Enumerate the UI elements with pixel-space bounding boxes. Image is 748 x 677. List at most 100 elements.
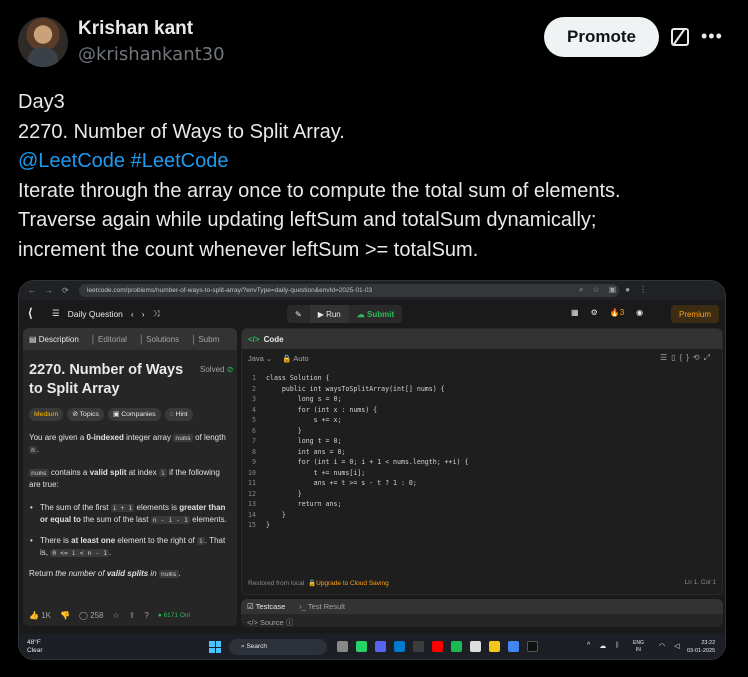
grok-icon[interactable] <box>671 28 689 46</box>
chip-label: Companies <box>121 411 156 418</box>
settings-icon: ⚙ <box>590 308 598 317</box>
system-tray: ^ ☁ ᛒ <box>587 642 620 650</box>
vscode-icon <box>394 641 405 652</box>
forward-icon: → <box>45 286 53 295</box>
code-text: } <box>266 489 302 498</box>
code-line: 3 long s = 0; <box>242 394 722 405</box>
line-number: 6 <box>252 426 256 435</box>
address-bar: leetcode.com/problems/number-of-ways-to-… <box>79 284 619 297</box>
code-line: 1 class Solution { <box>242 373 722 384</box>
tweet-line: @LeetCode #LeetCode <box>18 147 738 177</box>
description-panel: ▤ Description │ Editorial │ Solutions │ … <box>23 328 237 626</box>
hashtag-link[interactable]: #LeetCode <box>131 150 229 172</box>
description-tabs: ▤ Description │ Editorial │ Solutions │ … <box>23 328 237 350</box>
line-number: 1 <box>252 374 256 382</box>
code-text: for (int x : nums) { <box>266 405 378 414</box>
hint-chip: ◌ Hint <box>164 408 193 421</box>
auto-toggle: 🔒 Auto <box>282 354 309 363</box>
premium-button: Premium <box>671 305 719 323</box>
desc-paragraph: Return the number of valid splits in num… <box>29 569 181 578</box>
comment-button: ◯ 258 <box>78 610 104 620</box>
search-icon: ⌕ <box>579 285 584 294</box>
tab-editorial: │ Editorial <box>90 334 127 344</box>
chip-label: Topics <box>79 411 99 418</box>
problem-title: 2270. Number of Ways to Split Array <box>29 362 184 397</box>
shuffle-icon: ⤨ <box>152 308 160 318</box>
chevron-up-icon: ^ <box>587 642 591 649</box>
star-icon: ☆ <box>112 610 120 620</box>
tweet-line: increment the count whenever leftSum >= … <box>18 238 479 261</box>
dislike-icon: 👎 <box>59 610 70 620</box>
desc-paragraph: You are given a 0-indexed integer array … <box>29 433 226 454</box>
tab-label: Description <box>38 334 79 344</box>
streak-count: 3 <box>619 308 625 317</box>
language-indicator: ENG IN <box>633 640 644 653</box>
code-line: 8 int ans = 0; <box>242 447 722 458</box>
cloud-icon: ☁ <box>599 643 607 650</box>
avatar[interactable] <box>18 17 68 67</box>
line-number: 4 <box>252 405 256 414</box>
language-select: Java ⌄ <box>248 354 273 363</box>
windows-taskbar: 48°F Clear ⌕ Search ^ ☁ ᛒ ENG IN ◠ ◁ 23:… <box>19 634 725 659</box>
back-icon: ← <box>28 286 36 295</box>
more-options-icon[interactable]: ••• <box>701 26 723 47</box>
code-line: 12 } <box>242 489 722 500</box>
run-button: ▶ Run <box>309 305 349 323</box>
menu-icon: ⋮ <box>639 285 648 294</box>
description-footer: 👍 1K 👎 ◯ 258 ☆ ⇪ ? ● 6171 Onl <box>23 604 237 626</box>
x-app-icon <box>527 641 538 652</box>
check-icon: ⊘ <box>226 365 234 374</box>
code-text: for (int i = 0; i + 1 < nums.length; ++i… <box>266 458 469 466</box>
temperature: 48°F <box>27 639 41 646</box>
mention-link[interactable]: @LeetCode <box>18 150 125 172</box>
tab-label: Editorial <box>98 334 127 344</box>
companies-chip: ▣ Companies <box>107 408 161 421</box>
code-line: 5 s += x; <box>242 415 722 426</box>
terminal-icon <box>413 641 424 652</box>
tweet-text: Day3 2270. Number of Ways to Split Array… <box>18 88 738 265</box>
author-name[interactable]: Krishan kant <box>78 18 193 40</box>
attached-screenshot[interactable]: ← → ⟳ leetcode.com/problems/number-of-wa… <box>18 280 726 660</box>
taskbar-search: ⌕ Search <box>229 639 327 655</box>
tab-testcase: ☑ Testcase <box>247 602 286 611</box>
task-view-icon <box>337 641 348 652</box>
whatsapp-icon <box>356 641 367 652</box>
network-volume-battery: ◠ ◁ <box>659 642 680 650</box>
chip-label: Hint <box>175 411 188 418</box>
profile-icon: ● <box>625 285 631 294</box>
taskbar-clock: 23:22 03-01-2025 <box>687 640 716 654</box>
list-item: There is at least one element to the rig… <box>29 535 233 559</box>
code-line: 15} <box>242 520 722 531</box>
code-text: return ans; <box>266 500 342 508</box>
chrome-icon <box>508 641 519 652</box>
code-line: 11 ans += t >= s - t ? 1 : 0; <box>242 478 722 489</box>
next-icon: › <box>141 308 145 319</box>
promote-button[interactable]: Promote <box>544 17 659 57</box>
submit-button: ☁ Submit <box>356 309 395 319</box>
code-line: 9 for (int i = 0; i + 1 < nums.length; +… <box>242 457 722 468</box>
chatgpt-icon <box>470 641 481 652</box>
line-number: 7 <box>252 437 256 445</box>
submit-label: Submit <box>367 309 395 319</box>
author-handle[interactable]: @krishankant30 <box>78 44 225 65</box>
tab-submissions: │ Subm <box>191 334 220 344</box>
language-bar: Java ⌄ 🔒 Auto ☰▯{}⟲⤢ <box>242 349 722 368</box>
code-text: } <box>266 521 270 529</box>
code-line: 13 return ans; <box>242 499 722 510</box>
code-text: int ans = 0; <box>266 447 346 456</box>
solved-badge: Solved ⊘ <box>200 365 233 374</box>
line-number: 5 <box>252 416 256 424</box>
user-avatar-icon: ◉ <box>636 308 644 317</box>
share-icon: ⇪ <box>128 610 136 620</box>
discord-icon <box>375 641 386 652</box>
problem-chips: Medium ⊘ Topics ▣ Companies ◌ Hint <box>29 408 193 421</box>
taskbar-apps <box>337 641 538 652</box>
upgrade-link: 🔒Upgrade to Cloud Saving <box>307 580 389 587</box>
prev-icon: ‹ <box>130 308 134 319</box>
code-text: long t = 0; <box>266 437 342 445</box>
code-line: 6 } <box>242 426 722 437</box>
volume-icon: ◁ <box>674 643 680 650</box>
reload-icon: ⟳ <box>62 286 69 295</box>
leetcode-right-tools: ▦ ⚙ 🔥3 ◉ <box>571 308 643 317</box>
line-number: 8 <box>252 447 256 456</box>
